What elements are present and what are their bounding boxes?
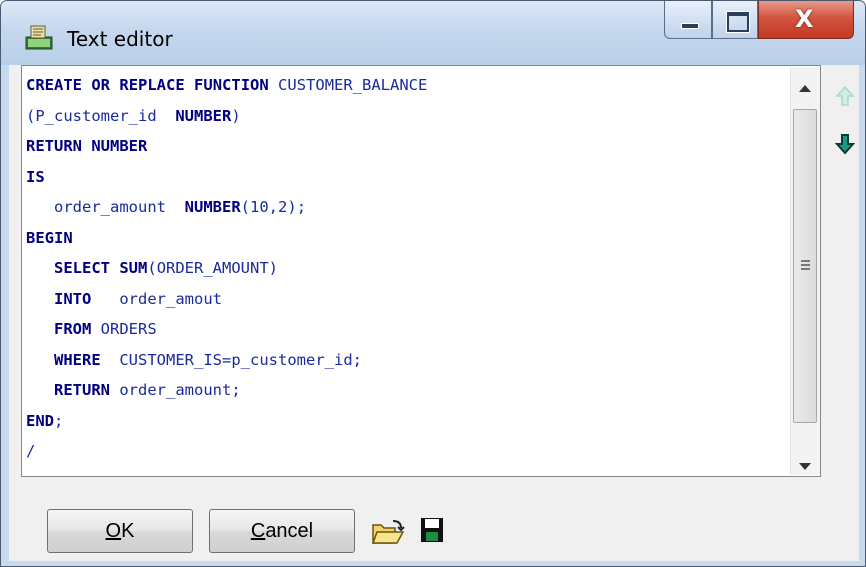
text-editor-window: Text editor CREATE OR REPLACE FUNCTION C… bbox=[0, 0, 866, 567]
code-line: CREATE OR REPLACE FUNCTION CUSTOMER_BALA… bbox=[26, 76, 428, 94]
code-text-area[interactable]: CREATE OR REPLACE FUNCTION CUSTOMER_BALA… bbox=[26, 70, 766, 470]
window-title: Text editor bbox=[67, 27, 173, 51]
arrow-up-icon[interactable] bbox=[835, 85, 855, 107]
floppy-save-icon[interactable] bbox=[420, 517, 444, 543]
code-editor[interactable]: CREATE OR REPLACE FUNCTION CUSTOMER_BALA… bbox=[21, 65, 821, 477]
vertical-scrollbar[interactable] bbox=[790, 67, 820, 475]
code-line: (P_customer_id NUMBER) bbox=[26, 106, 241, 125]
ok-mnemonic: O bbox=[105, 519, 122, 542]
folder-open-icon[interactable] bbox=[371, 519, 405, 545]
scroll-up-arrow-icon[interactable] bbox=[799, 85, 811, 92]
scrollbar-grip-icon bbox=[801, 260, 810, 262]
cancel-label: ancel bbox=[265, 519, 314, 542]
title-bar[interactable]: Text editor bbox=[1, 1, 865, 65]
scrollbar-thumb[interactable] bbox=[793, 109, 817, 423]
close-button[interactable] bbox=[758, 1, 854, 39]
code-line: FROM ORDERS bbox=[54, 320, 157, 338]
app-icon bbox=[25, 25, 53, 50]
code-line: SELECT SUM(ORDER_AMOUNT) bbox=[54, 259, 279, 277]
code-line: END; bbox=[26, 411, 64, 430]
cancel-button[interactable]: Cancel bbox=[209, 509, 355, 553]
ok-button[interactable]: OK bbox=[47, 509, 193, 553]
maximize-button[interactable] bbox=[712, 1, 758, 39]
code-line: WHERE CUSTOMER_IS=p_customer_id; bbox=[54, 350, 363, 369]
code-line: order_amount NUMBER(10,2); bbox=[54, 198, 307, 216]
code-line: / bbox=[26, 442, 36, 460]
scroll-down-arrow-icon[interactable] bbox=[799, 463, 811, 470]
arrow-down-icon[interactable] bbox=[835, 133, 855, 155]
code-line: RETURN order_amount; bbox=[54, 381, 241, 399]
minimize-button[interactable] bbox=[664, 1, 712, 39]
code-line: INTO order_amout bbox=[54, 289, 222, 308]
code-line: BEGIN bbox=[26, 228, 73, 247]
code-line: IS bbox=[26, 167, 45, 186]
code-line: RETURN NUMBER bbox=[26, 137, 148, 155]
dialog-body: CREATE OR REPLACE FUNCTION CUSTOMER_BALA… bbox=[9, 65, 859, 561]
ok-label: K bbox=[121, 519, 135, 542]
cancel-mnemonic: C bbox=[250, 519, 266, 542]
